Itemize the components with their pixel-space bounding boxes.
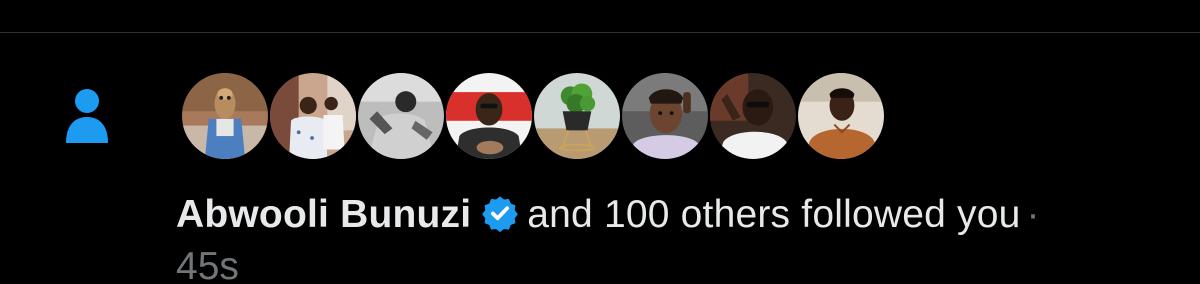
avatar-man-closeup[interactable] — [620, 71, 710, 161]
notification-frame: Abwooli Bunuzi and 100 others followed yo… — [0, 0, 1200, 284]
separator-dot: · — [1026, 193, 1040, 236]
person-icon — [64, 88, 110, 144]
avatar-man-glasses[interactable] — [708, 71, 798, 161]
avatar-bw-man[interactable] — [356, 71, 446, 161]
avatar-plant[interactable] — [532, 71, 622, 161]
avatar-row — [180, 71, 886, 161]
avatar-meerkat[interactable] — [180, 71, 270, 161]
follower-name[interactable]: Abwooli Bunuzi — [176, 193, 471, 236]
timestamp: 45s — [176, 245, 239, 284]
verified-badge-icon — [481, 194, 519, 233]
avatar-man-red-bg[interactable] — [444, 71, 534, 161]
notification-rest-text: and 100 others followed you — [527, 193, 1021, 236]
avatar-two-men[interactable] — [268, 71, 358, 161]
avatar-man-brown-sweater[interactable] — [796, 71, 886, 161]
notification-text: Abwooli Bunuzi and 100 others followed yo… — [176, 192, 1040, 238]
